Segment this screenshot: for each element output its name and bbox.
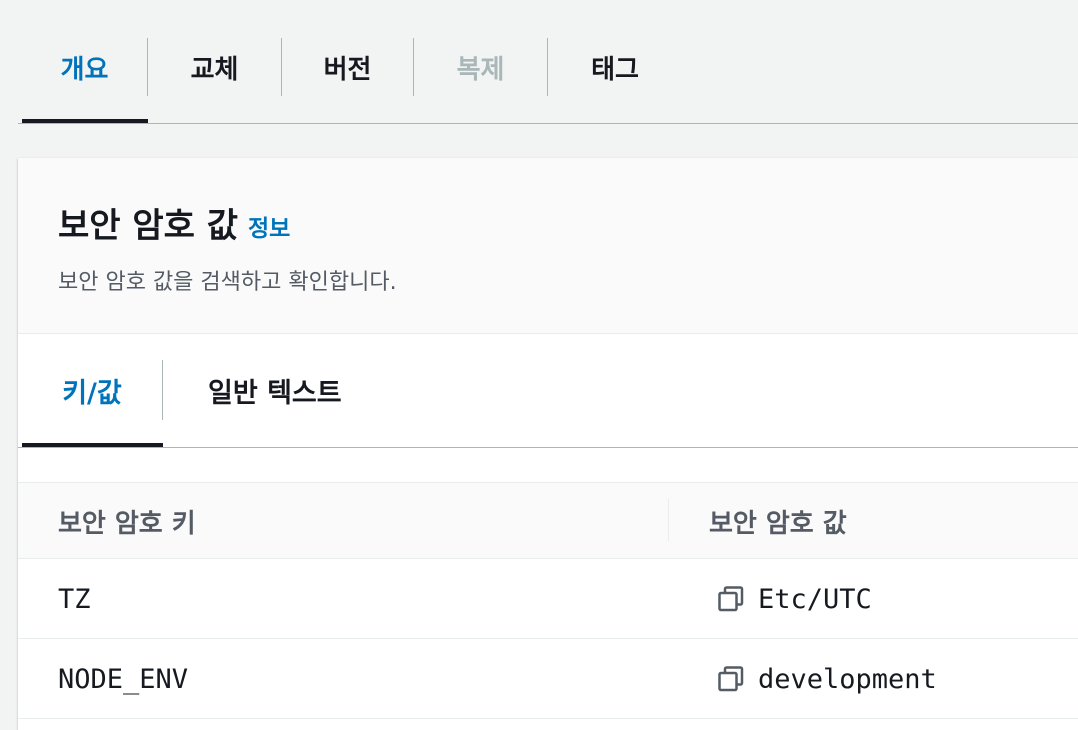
column-divider[interactable] bbox=[668, 499, 669, 541]
panel-header: 보안 암호 값 정보 보안 암호 값을 검색하고 확인합니다. bbox=[18, 158, 1078, 334]
column-header-value: 보안 암호 값 bbox=[709, 508, 847, 539]
secret-value-panel: 보안 암호 값 정보 보안 암호 값을 검색하고 확인합니다. 키/값 일반 텍… bbox=[18, 158, 1078, 730]
tab-key-value[interactable]: 키/값 bbox=[22, 360, 163, 420]
info-link[interactable]: 정보 bbox=[248, 209, 290, 243]
tab-overview[interactable]: 개요 bbox=[22, 38, 148, 96]
tab-rotation[interactable]: 교체 bbox=[148, 38, 282, 96]
table-row: NODE_ENV development bbox=[18, 639, 1078, 719]
active-view-tab-indicator bbox=[22, 443, 163, 447]
active-tab-indicator bbox=[22, 119, 148, 123]
table-header: 보안 암호 키 보안 암호 값 bbox=[18, 483, 1078, 559]
secret-value-cell: Etc/UTC bbox=[718, 559, 872, 639]
copy-icon[interactable] bbox=[718, 586, 744, 612]
secret-value-text: development bbox=[758, 663, 937, 695]
secret-key-cell: NODE_ENV bbox=[58, 663, 189, 695]
secret-value-cell: development bbox=[718, 639, 937, 719]
tab-tags[interactable]: 태그 bbox=[548, 38, 682, 96]
tab-plaintext[interactable]: 일반 텍스트 bbox=[208, 360, 342, 420]
column-header-key: 보안 암호 키 bbox=[58, 508, 196, 539]
panel-description: 보안 암호 값을 검색하고 확인합니다. bbox=[58, 270, 397, 295]
secret-table: 보안 암호 키 보안 암호 값 TZ Etc/UTC NODE_ENV deve… bbox=[18, 482, 1078, 719]
tab-replication: 복제 bbox=[414, 38, 548, 96]
tab-versions[interactable]: 버전 bbox=[282, 38, 414, 96]
view-tab-bar: 키/값 일반 텍스트 bbox=[18, 334, 1078, 448]
secret-key-cell: TZ bbox=[58, 583, 91, 615]
panel-title: 보안 암호 값 bbox=[58, 206, 239, 246]
top-tab-bar: 개요 교체 버전 복제 태그 bbox=[18, 0, 1078, 124]
copy-icon[interactable] bbox=[718, 666, 744, 692]
secret-value-text: Etc/UTC bbox=[758, 583, 872, 615]
table-row: TZ Etc/UTC bbox=[18, 559, 1078, 639]
